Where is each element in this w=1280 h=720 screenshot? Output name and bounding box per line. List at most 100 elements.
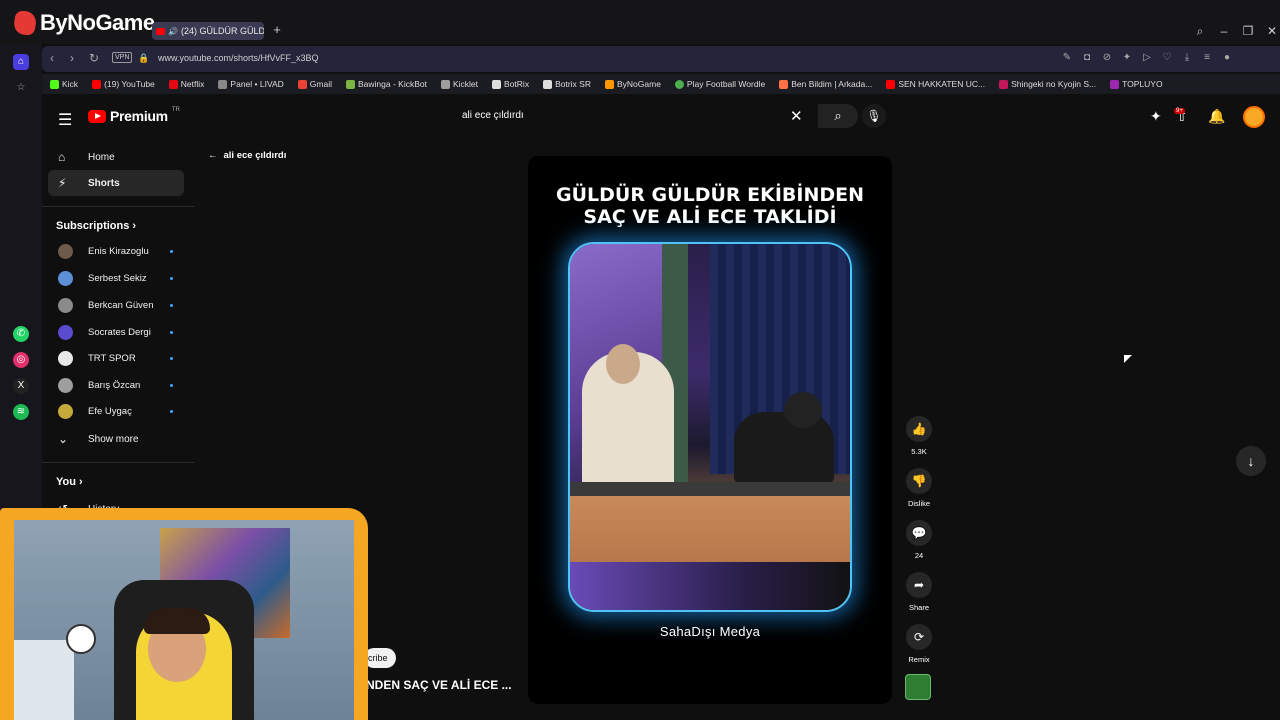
- short-video-player[interactable]: GÜLDÜR GÜLDÜR EKİBİNDEN SAÇ VE ALİ ECE T…: [528, 156, 892, 704]
- subscription-item[interactable]: Barış Özcan: [48, 374, 184, 398]
- bookmark-item[interactable]: Netflix: [168, 79, 204, 89]
- back-nav-icon[interactable]: ‹: [44, 50, 60, 66]
- share-action[interactable]: ➦ Share: [904, 572, 934, 612]
- bookmark-item[interactable]: Botrix SR: [543, 79, 591, 89]
- subscription-item[interactable]: Efe Uygaç: [48, 400, 184, 424]
- bookmark-item[interactable]: (19) YouTube: [92, 79, 155, 89]
- browser-tab-active[interactable]: 🔊 (24) GÜLDÜR GÜLDÜ: [152, 22, 264, 40]
- whatsapp-icon[interactable]: ✆: [13, 326, 29, 342]
- lock-icon[interactable]: 🔒: [138, 53, 149, 64]
- video-heading: GÜLDÜR GÜLDÜR EKİBİNDEN SAÇ VE ALİ ECE T…: [528, 184, 892, 228]
- bookmark-item[interactable]: SEN HAKKATEN UC...: [886, 79, 985, 89]
- gemini-icon[interactable]: ✦: [1150, 108, 1162, 125]
- shorts-nav-icon: ⚡: [58, 176, 67, 190]
- bookmark-item[interactable]: ByNoGame: [604, 79, 661, 89]
- subscriptions-heading[interactable]: Subscriptions ›: [56, 220, 136, 232]
- instagram-icon[interactable]: ◎: [13, 352, 29, 368]
- subscribe-button[interactable]: cribe: [364, 648, 396, 668]
- ben-bildim-icon: [779, 79, 789, 89]
- channel-name: Barış Özcan: [88, 380, 141, 391]
- bookmark-item[interactable]: Play Football Wordle: [674, 79, 765, 89]
- bookmark-item[interactable]: Shingeki no Kyojin S...: [999, 79, 1096, 89]
- bookmark-item[interactable]: Gmail: [297, 79, 332, 89]
- url-field[interactable]: www.youtube.com/shorts/HfVvFF_x3BQ: [158, 53, 319, 63]
- youtube-icon: [92, 79, 102, 89]
- subscription-item[interactable]: Berkcan Güven: [48, 294, 184, 318]
- short-title[interactable]: NDEN SAÇ VE ALİ ECE ...: [366, 678, 512, 692]
- you-heading[interactable]: You ›: [56, 476, 83, 488]
- vpn-badge[interactable]: VPN: [112, 52, 133, 63]
- channel-thumbnail[interactable]: [905, 674, 931, 700]
- nav-home[interactable]: ⌂ Home: [48, 144, 184, 170]
- bookmark-item[interactable]: Bawinga - KickBot: [346, 79, 427, 89]
- close-window-button[interactable]: ✕: [1264, 24, 1280, 38]
- nav-shorts[interactable]: ⚡ Shorts: [48, 170, 184, 196]
- voice-search-icon[interactable]: 🎙: [862, 104, 886, 128]
- subscription-item[interactable]: Socrates Dergi: [48, 321, 184, 345]
- thumbs-up-icon[interactable]: 👍: [906, 416, 932, 442]
- new-tab-button[interactable]: +: [270, 22, 284, 38]
- heart-icon[interactable]: ♡: [1160, 52, 1174, 63]
- spotify-icon[interactable]: ≋: [13, 404, 29, 420]
- forward-nav-icon[interactable]: ›: [64, 50, 80, 66]
- menu-icon[interactable]: ≡: [1200, 52, 1214, 63]
- bookmark-item[interactable]: Panel • LIVAD: [218, 79, 284, 89]
- reload-icon[interactable]: ↻: [86, 50, 102, 66]
- subscription-item[interactable]: Serbest Sekiz: [48, 267, 184, 291]
- edit-icon[interactable]: ✎: [1060, 52, 1074, 63]
- channel-name: Serbest Sekiz: [88, 273, 147, 284]
- comment-count: 24: [914, 551, 924, 560]
- comment-icon[interactable]: 💬: [906, 520, 932, 546]
- channel-avatar: [58, 378, 73, 393]
- x-twitter-icon[interactable]: X: [13, 378, 29, 394]
- youtube-logo[interactable]: Premium TR: [88, 107, 180, 124]
- bookmark-item[interactable]: Kick: [50, 79, 78, 89]
- search-input[interactable]: ali ece çıldırdı: [462, 110, 524, 121]
- nav-shorts-label: Shorts: [88, 177, 120, 189]
- comments-action[interactable]: 💬 24: [904, 520, 934, 560]
- channel-avatar: [58, 244, 73, 259]
- adblock-icon[interactable]: ⊘: [1100, 52, 1114, 63]
- pinboard-icon[interactable]: ☆: [13, 80, 29, 96]
- search-box[interactable]: ali ece çıldırdı ✕ ⌕: [452, 102, 858, 130]
- new-content-dot: [170, 304, 173, 307]
- search-tabs-icon[interactable]: ⌕: [1192, 24, 1208, 39]
- profile-icon[interactable]: ●: [1220, 52, 1234, 63]
- notifications-bell-icon[interactable]: 🔔: [1208, 108, 1225, 125]
- dislike-action[interactable]: 👎 Dislike: [904, 468, 934, 508]
- clear-search-icon[interactable]: ✕: [790, 107, 803, 125]
- remix-action[interactable]: ⟳ Remix: [904, 624, 934, 664]
- show-more-button[interactable]: ⌄ Show more: [48, 426, 184, 452]
- restore-button[interactable]: ❐: [1240, 24, 1256, 38]
- bookmark-item[interactable]: Ben Bildim | Arkada...: [779, 79, 872, 89]
- home-icon[interactable]: ⌂: [13, 54, 29, 70]
- bookmark-item[interactable]: BotRix: [492, 79, 529, 89]
- gmail-icon: [297, 79, 307, 89]
- bookmark-item[interactable]: Kicklet: [440, 79, 478, 89]
- bynogame-icon: [604, 79, 614, 89]
- subscription-item[interactable]: Enis Kirazoglu: [48, 240, 184, 264]
- camera-icon[interactable]: ◘: [1080, 52, 1094, 63]
- bynogame-logo-icon: [11, 11, 39, 35]
- minimize-button[interactable]: –: [1216, 24, 1232, 38]
- share-icon[interactable]: ➦: [906, 572, 932, 598]
- extension-icon[interactable]: ✦: [1120, 52, 1134, 63]
- next-short-arrow-down-icon[interactable]: ↓: [1236, 446, 1266, 476]
- hamburger-menu-icon[interactable]: ☰: [58, 110, 72, 130]
- thumbs-down-icon[interactable]: 👎: [906, 468, 932, 494]
- browser-brand: ByNoGame: [11, 10, 155, 36]
- subscription-item[interactable]: TRT SPOR: [48, 347, 184, 371]
- bookmark-item[interactable]: TOPLUYO: [1110, 79, 1163, 89]
- download-icon[interactable]: ⤓: [1180, 52, 1194, 63]
- video-frame: [568, 242, 852, 612]
- remix-icon[interactable]: ⟳: [906, 624, 932, 650]
- back-label: ali ece çıldırdı: [223, 150, 287, 161]
- flow-icon[interactable]: ▷: [1140, 52, 1154, 63]
- mouse-cursor-icon: [1124, 355, 1132, 363]
- sidebar-divider: [42, 462, 194, 463]
- like-action[interactable]: 👍 5.3K: [904, 416, 934, 456]
- dislike-label: Dislike: [907, 499, 931, 508]
- back-to-search[interactable]: ← ali ece çıldırdı: [208, 150, 286, 161]
- account-avatar[interactable]: [1243, 106, 1265, 128]
- search-button[interactable]: ⌕: [818, 104, 858, 128]
